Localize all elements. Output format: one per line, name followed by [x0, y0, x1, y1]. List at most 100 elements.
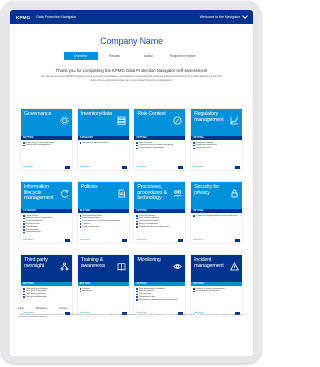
card-item-list: Third party due diligence Third party con… [21, 288, 72, 299]
bullet-icon [193, 215, 195, 217]
category-card-information-lifecycle-management[interactable]: Information lifecycle management CATEGORY… [21, 182, 72, 243]
view-more-link[interactable]: View more [193, 166, 203, 168]
card-item-text: Data destruction [25, 231, 41, 234]
arrow-right-icon[interactable] [65, 238, 70, 242]
bullet-icon [23, 144, 25, 147]
arrow-right-icon[interactable] [235, 238, 241, 242]
card-item-text: Technical & organizational security meas… [195, 214, 238, 217]
intro-text: You can access your GDPR Pro-active scor… [40, 75, 223, 82]
category-card-policies[interactable]: Policies SETTING Data protection policy Dat… [77, 182, 129, 243]
user-menu-label: Welcome to the Navigator [199, 15, 240, 19]
document-icon [117, 185, 126, 198]
bullet-icon [136, 142, 138, 144]
category-card-security-for-privacy[interactable]: Security for privacy SETTING Technical & o… [191, 182, 243, 243]
tablet-frame: KPMG Data Protection Navigator Welcome t… [1, 1, 261, 363]
card-category-band: SETTING [191, 136, 243, 140]
category-card-governance[interactable]: Governance SETTING Governance & operating … [21, 109, 72, 170]
gear-icon [60, 112, 69, 125]
card-list-item: Privacy office management [23, 144, 70, 147]
card-title: Security for privacy [194, 184, 219, 196]
card-item-list: Governance & operating model Privacy offi… [21, 142, 72, 148]
footer-link-disclaimer[interactable]: Disclaimer [36, 307, 47, 310]
bullet-icon [23, 229, 25, 231]
card-category-band: CATEGORY [21, 209, 72, 213]
warning-icon [230, 258, 240, 271]
footer-link-legal[interactable]: Legal [18, 307, 24, 310]
bullet-icon [136, 226, 138, 228]
card-header: Monitoring [134, 255, 186, 282]
bullet-icon [23, 215, 25, 217]
card-header: Information lifecycle management [21, 182, 72, 209]
bullet-icon [193, 288, 195, 290]
card-title: Inventory/data [80, 111, 113, 117]
card-title: Risk Context [137, 111, 166, 117]
card-item-list: Capture data Data retention & minimizatio… [21, 215, 72, 235]
arrow-right-icon[interactable] [178, 238, 184, 242]
tab-action[interactable]: Action [132, 52, 166, 60]
bullet-icon [193, 147, 195, 150]
view-more-link[interactable]: View more [136, 166, 146, 168]
arrow-right-icon[interactable] [65, 165, 70, 169]
network-icon [60, 258, 69, 271]
view-more-link[interactable]: View more [80, 239, 90, 241]
view-more-link[interactable]: View more [80, 166, 90, 168]
card-list-item: Standard third parties agreement [136, 226, 183, 229]
card-list-item: Inventory of data processing [79, 142, 127, 145]
user-menu[interactable]: Welcome to the Navigator [199, 13, 248, 19]
view-more-link[interactable]: View more [23, 239, 33, 241]
footer: Legal Disclaimer Contact © 2018 KPMG, a Du… [18, 307, 246, 319]
bullet-icon [23, 142, 25, 144]
tab-request-for-report[interactable]: Request for report [166, 52, 200, 60]
card-item-list: Data & context Privacy & security context… [134, 142, 185, 150]
card-list-item: Au-auditing & automated decision making [136, 299, 183, 302]
category-card-regulatory-management[interactable]: Regulatory management SETTING Regulatory c… [191, 109, 243, 170]
card-list-item: Data destruction [23, 231, 70, 234]
arrow-right-icon[interactable] [121, 165, 127, 169]
card-item-text: Organizational commitment [138, 147, 165, 150]
bullet-icon [23, 288, 25, 290]
card-list-item: Awareness [79, 290, 127, 293]
bullet-icon [23, 296, 25, 299]
arrow-right-icon[interactable] [121, 238, 127, 242]
card-title: Governance [24, 111, 52, 117]
category-card-risk-context[interactable]: Risk Context SETTING Data & context Privacy… [134, 109, 186, 170]
kpmg-logo: KPMG [16, 14, 31, 20]
card-item-list: Training Awareness [78, 288, 129, 294]
screen: KPMG Data Protection Navigator Welcome t… [10, 10, 253, 356]
intro-heading: Thank you for completing the KPMG Data P… [55, 68, 208, 73]
card-item-text: Standard third parties agreement [138, 225, 170, 228]
chart-icon [230, 112, 239, 125]
view-more-link[interactable]: View more [193, 239, 203, 241]
bullet-icon [79, 142, 82, 144]
card-list-item: Organizational commitment [136, 147, 183, 150]
card-title: Policies [80, 184, 98, 190]
tab-bar: Overview Results Action Request for report [10, 52, 253, 60]
card-list-item: Privacy statement [79, 226, 127, 229]
card-item-list: Data protection policy Data privacy polic… [78, 215, 129, 229]
category-card-inventory-data[interactable]: Inventory/data CATEGORY Inventory of data … [77, 109, 129, 170]
chevron-down-icon [242, 13, 248, 19]
tab-overview[interactable]: Overview [63, 52, 98, 60]
view-more-link[interactable]: View more [23, 166, 33, 168]
bullet-icon [79, 290, 82, 293]
top-navigation-bar: KPMG Data Protection Navigator Welcome t… [10, 10, 253, 24]
card-title: Processes, procedures & technology [137, 184, 168, 202]
bullet-icon [136, 299, 138, 301]
card-item-text: Au-auditing & automated decision making [138, 298, 178, 301]
card-category-band: CATEGORY [77, 136, 129, 140]
card-title: Monitoring [137, 257, 161, 263]
card-item-text: Third party offboarding [25, 295, 47, 298]
footer-link-contact[interactable]: Contact [59, 307, 67, 310]
card-item-list: Inventory of data processing [78, 142, 129, 145]
card-header: Security for privacy [191, 182, 243, 209]
bullet-icon [193, 290, 195, 293]
tab-results[interactable]: Results [98, 52, 132, 60]
category-card-grid: Governance SETTING Governance & operating … [21, 109, 243, 316]
arrow-right-icon[interactable] [178, 165, 184, 169]
app-title: Data Protection Navigator [36, 15, 77, 19]
category-card-processes-procedures-technology[interactable]: Processes, procedures & technology SETTIN… [134, 182, 186, 243]
card-list-item: Regulatory tasks [193, 147, 240, 150]
card-list-item: Third party offboarding [23, 296, 70, 299]
arrow-right-icon[interactable] [235, 165, 241, 169]
view-more-link[interactable]: View more [136, 239, 146, 241]
